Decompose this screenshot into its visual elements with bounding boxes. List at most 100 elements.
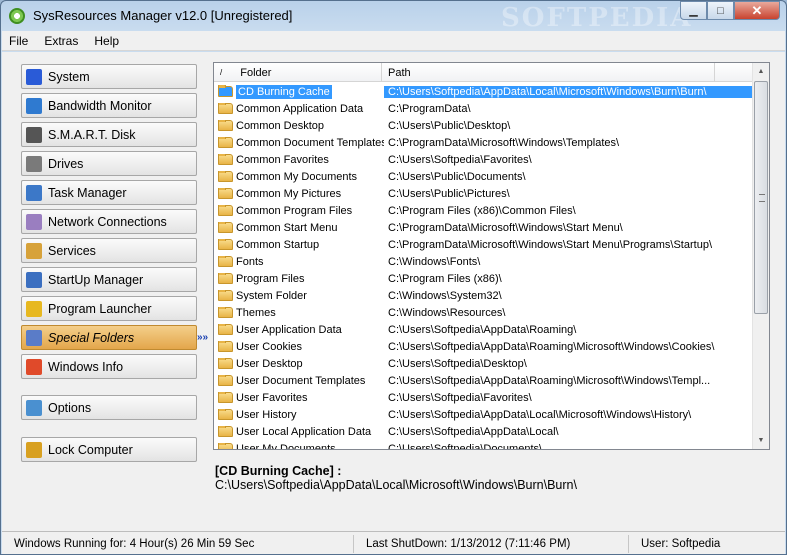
nav-network-connections[interactable]: Network Connections [21, 209, 197, 234]
table-row[interactable]: Common Document Templates C:\ProgramData\… [214, 134, 754, 151]
path-cell: C:\Users\Softpedia\AppData\Local\Microso… [388, 408, 692, 421]
folder-cell: Common Start Menu [214, 221, 384, 234]
table-row[interactable]: Fonts C:\Windows\Fonts\ [214, 253, 754, 270]
special-folders-list[interactable]: / Folder Path CD Burning Cache C:\Users\So… [213, 62, 770, 450]
folder-name: User Document Templates [236, 374, 366, 387]
scroll-thumb[interactable] [754, 81, 768, 314]
folder-cell: User Cookies [214, 340, 384, 353]
table-row[interactable]: User Application Data C:\Users\Softpedia\… [214, 321, 754, 338]
table-row[interactable]: System Folder C:\Windows\System32\ [214, 287, 754, 304]
table-row[interactable]: Common Desktop C:\Users\Public\Desktop\ [214, 117, 754, 134]
folder-name: Themes [236, 306, 276, 319]
lightning-icon [26, 300, 42, 317]
detail-title: [CD Burning Cache] : [215, 464, 342, 478]
folder-cell: CD Burning Cache [214, 84, 384, 99]
folder-icon [218, 357, 233, 369]
folder-cell: User Favorites [214, 391, 384, 404]
nav-task-manager[interactable]: Task Manager [21, 180, 197, 205]
status-last-shutdown: Last ShutDown: 1/13/2012 (7:11:46 PM) [354, 534, 629, 553]
network-icon [26, 97, 42, 114]
folder-cell: Common My Documents [214, 170, 384, 183]
table-row[interactable]: Common Startup C:\ProgramData\Microsoft\W… [214, 236, 754, 253]
folder-name: Common Program Files [236, 204, 353, 217]
path-cell: C:\ProgramData\ [388, 102, 471, 115]
column-header-folder[interactable]: / Folder [214, 63, 382, 82]
table-row[interactable]: User My Documents C:\Users\Softpedia\Docu… [214, 440, 754, 449]
folder-icon [218, 84, 233, 97]
folder-cell: Common Application Data [214, 102, 384, 115]
nav-bandwidth-monitor[interactable]: Bandwidth Monitor [21, 93, 197, 118]
folder-icon [218, 170, 233, 182]
table-row[interactable]: User Favorites C:\Users\Softpedia\Favorit… [214, 389, 754, 406]
table-row[interactable]: User Document Templates C:\Users\Softpedi… [214, 372, 754, 389]
nav-label: Special Folders [48, 330, 135, 345]
nav-system[interactable]: System [21, 64, 197, 89]
table-row[interactable]: Program Files C:\Program Files (x86)\ [214, 270, 754, 287]
nav-program-launcher[interactable]: Program Launcher [21, 296, 197, 321]
folder-cell: Common Favorites [214, 153, 384, 166]
table-row[interactable]: Common Application Data C:\ProgramData\ [214, 100, 754, 117]
folder-name: Fonts [236, 255, 264, 268]
table-row[interactable]: Common My Documents C:\Users\Public\Docum… [214, 168, 754, 185]
folder-icon [218, 306, 233, 318]
nav-special-folders[interactable]: Special Folders [21, 325, 197, 350]
title-bar[interactable]: SysResources Manager v12.0 [Unregistered… [1, 1, 786, 33]
nav-services[interactable]: Services [21, 238, 197, 263]
table-row[interactable]: User Local Application Data C:\Users\Soft… [214, 423, 754, 440]
folder-cell: User My Documents [214, 442, 384, 449]
path-cell: C:\Program Files (x86)\ [388, 272, 502, 285]
close-button[interactable]: ✕ [734, 1, 780, 20]
folder-name: Common Start Menu [236, 221, 338, 234]
folder-name: Common Desktop [236, 119, 325, 132]
path-cell: C:\Users\Softpedia\AppData\Roaming\Micro… [388, 340, 715, 353]
table-row[interactable]: CD Burning Cache C:\Users\Softpedia\AppDa… [214, 83, 754, 100]
table-row[interactable]: Common Program Files C:\Program Files (x8… [214, 202, 754, 219]
path-cell: C:\Users\Public\Desktop\ [388, 119, 511, 132]
table-row[interactable]: Common Favorites C:\Users\Softpedia\Favor… [214, 151, 754, 168]
vertical-scrollbar[interactable]: ▲ ▼ [752, 63, 769, 449]
menu-extras[interactable]: Extras [44, 34, 78, 48]
table-row[interactable]: Themes C:\Windows\Resources\ [214, 304, 754, 321]
folder-name: Program Files [236, 272, 305, 285]
menu-help[interactable]: Help [94, 34, 119, 48]
table-row[interactable]: Common Start Menu C:\ProgramData\Microsof… [214, 219, 754, 236]
folder-name: User Desktop [236, 357, 303, 370]
connection-icon [26, 213, 42, 230]
path-cell: C:\Windows\Resources\ [388, 306, 506, 319]
folder-icon [218, 289, 233, 301]
folder-cell: User Application Data [214, 323, 384, 336]
folder-name: User Cookies [236, 340, 303, 353]
startup-icon [26, 271, 42, 288]
maximize-button[interactable]: □ [707, 1, 734, 20]
nav-options[interactable]: Options [21, 395, 197, 420]
disk-icon [26, 126, 42, 143]
folder-cell: Fonts [214, 255, 384, 268]
table-row[interactable]: User History C:\Users\Softpedia\AppData\L… [214, 406, 754, 423]
folder-name: User History [236, 408, 297, 421]
folder-name: User Local Application Data [236, 425, 372, 438]
folder-name: Common Document Templates [236, 136, 384, 149]
scroll-up-icon[interactable]: ▲ [753, 63, 769, 80]
window-title: SysResources Manager v12.0 [Unregistered… [33, 8, 293, 23]
folder-name: Common Favorites [236, 153, 329, 166]
nav-windows-info[interactable]: Windows Info [21, 354, 197, 379]
sort-indicator-icon: / [220, 68, 223, 77]
app-window: SysResources Manager v12.0 [Unregistered… [0, 0, 787, 555]
table-row[interactable]: Common My Pictures C:\Users\Public\Pictur… [214, 185, 754, 202]
table-row[interactable]: User Cookies C:\Users\Softpedia\AppData\R… [214, 338, 754, 355]
nav-label: Bandwidth Monitor [48, 98, 152, 113]
nav-label: Options [48, 400, 92, 415]
nav-lock-computer[interactable]: Lock Computer [21, 437, 197, 462]
lock-icon [26, 441, 42, 458]
scroll-down-icon[interactable]: ▼ [753, 432, 769, 449]
folder-icon [218, 153, 233, 165]
folder-icon [218, 442, 233, 449]
column-header-path[interactable]: Path [382, 63, 715, 82]
nav-startup-manager[interactable]: StartUp Manager [21, 267, 197, 292]
folder-cell: User History [214, 408, 384, 421]
nav-drives[interactable]: Drives [21, 151, 197, 176]
minimize-button[interactable]: ▁ [680, 1, 707, 20]
menu-file[interactable]: File [9, 34, 28, 48]
table-row[interactable]: User Desktop C:\Users\Softpedia\Desktop\ [214, 355, 754, 372]
nav-smart-disk[interactable]: S.M.A.R.T. Disk [21, 122, 197, 147]
